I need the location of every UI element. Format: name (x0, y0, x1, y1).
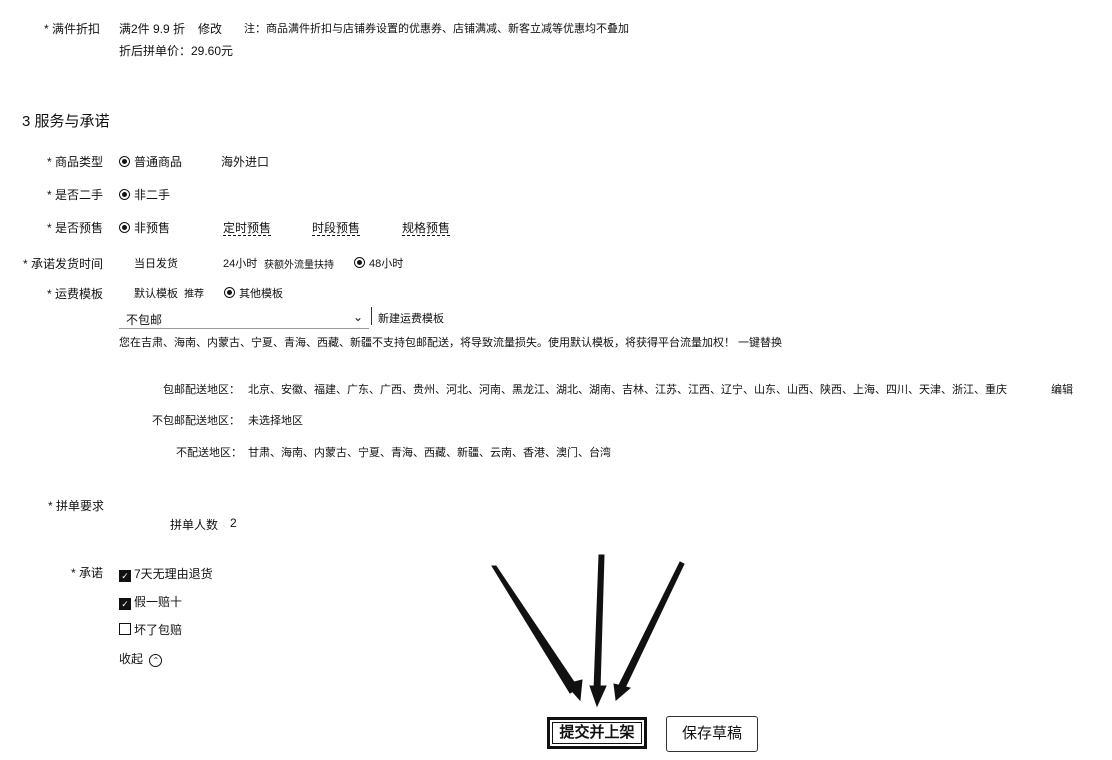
checkbox-checked-icon: ✓ (119, 598, 131, 610)
promise-label: * 承诺 (70, 566, 103, 580)
radio-icon (119, 257, 130, 268)
collapse-toggle[interactable]: 收起 ⌃ (119, 650, 163, 667)
ship-time-hint: 获额外流量扶持 (264, 260, 334, 271)
presale-option-spec[interactable]: 规格预售 (387, 219, 451, 236)
new-freight-template-link[interactable]: 新建运费模板 (378, 310, 444, 326)
nonfree-region-value: 未选择地区 (248, 415, 303, 427)
radio-icon (119, 287, 130, 298)
radio-icon (119, 156, 130, 167)
radio-icon (119, 189, 130, 200)
product-type-option-overseas[interactable]: 海外进口 (206, 153, 269, 170)
ship-time-option-24h[interactable]: 24小时 (208, 255, 257, 271)
chevron-down-icon: ⌄ (352, 310, 363, 324)
promise-damage-compensation[interactable]: 坏了包赔 (119, 621, 182, 638)
discount-note: 注：商品满件折扣与店铺券设置的优惠券、店铺满减、新客立减等优惠均不叠加 (244, 23, 629, 35)
promise-7day-return[interactable]: ✓ 7天无理由退货 (119, 565, 213, 582)
product-type-label: * 商品类型 (46, 155, 103, 169)
freight-template-select[interactable]: 不包邮 ⌄ (119, 308, 369, 329)
nonfree-region-label: 不包邮配送地区： (152, 415, 240, 427)
submit-and-publish-button[interactable]: 提交并上架 (547, 717, 647, 749)
radio-icon (387, 222, 398, 233)
second-hand-label: * 是否二手 (46, 188, 103, 202)
discounted-price: 折后拼单价：29.60元 (119, 44, 234, 58)
radio-icon (208, 257, 219, 268)
divider (371, 307, 372, 325)
ship-time-option-same-day[interactable]: 当日发货 (119, 255, 178, 271)
discount-label: * 满件折扣 (43, 22, 100, 36)
freight-template-value: 不包邮 (126, 313, 163, 327)
no-delivery-value: 甘肃、海南、内蒙古、宁夏、青海、西藏、新疆、云南、香港、澳门、台湾 (248, 447, 611, 459)
radio-icon (206, 156, 217, 167)
annotation-arrows (491, 554, 685, 708)
discount-edit-link[interactable]: 修改 (198, 20, 222, 37)
group-label: * 拼单要求 (47, 499, 104, 513)
freight-warning: 您在吉肃、海南、内蒙古、宁夏、青海、西藏、新疆不支持包邮配送，将导致流量损失。使… (119, 337, 783, 349)
product-type-option-normal[interactable]: 普通商品 (119, 153, 182, 170)
group-count-label: 拼单人数 (170, 518, 219, 532)
freight-option-default[interactable]: 默认模板 推荐 (119, 285, 204, 301)
presale-option-timed[interactable]: 定时预售 (208, 219, 272, 236)
section-title: 3 服务与承诺 (22, 113, 110, 130)
ship-time-option-48h[interactable]: 48小时 (354, 255, 403, 271)
second-hand-option-no[interactable]: 非二手 (119, 186, 170, 203)
free-region-value: 北京、安徽、福建、广东、广西、贵州、河北、河南、黑龙江、湖北、湖南、吉林、江苏、… (248, 384, 1007, 396)
radio-icon (224, 287, 235, 298)
freight-option-other[interactable]: 其他模板 (224, 285, 283, 301)
radio-icon (119, 222, 130, 233)
group-count-value[interactable]: 2 (230, 516, 237, 530)
promise-fake-compensation[interactable]: ✓ 假一赔十 (119, 593, 182, 610)
presale-option-none[interactable]: 非预售 (119, 219, 170, 236)
no-delivery-label: 不配送地区： (176, 447, 242, 459)
checkbox-icon (119, 623, 131, 635)
free-region-label: 包邮配送地区： (163, 384, 240, 396)
ship-time-label: * 承诺发货时间 (22, 257, 103, 271)
chevron-up-icon: ⌃ (149, 654, 163, 667)
region-edit-link[interactable]: 编辑 (1051, 381, 1073, 397)
radio-icon (354, 257, 365, 268)
recommend-tag: 推荐 (184, 289, 205, 300)
presale-option-period[interactable]: 时段预售 (297, 219, 361, 236)
radio-icon (297, 222, 308, 233)
radio-icon (208, 222, 219, 233)
freight-label: * 运费模板 (46, 287, 103, 301)
checkbox-checked-icon: ✓ (119, 570, 131, 582)
presale-label: * 是否预售 (46, 221, 103, 235)
discount-value: 满2件 9.9 折 (119, 22, 186, 36)
save-draft-button[interactable]: 保存草稿 (666, 716, 758, 752)
